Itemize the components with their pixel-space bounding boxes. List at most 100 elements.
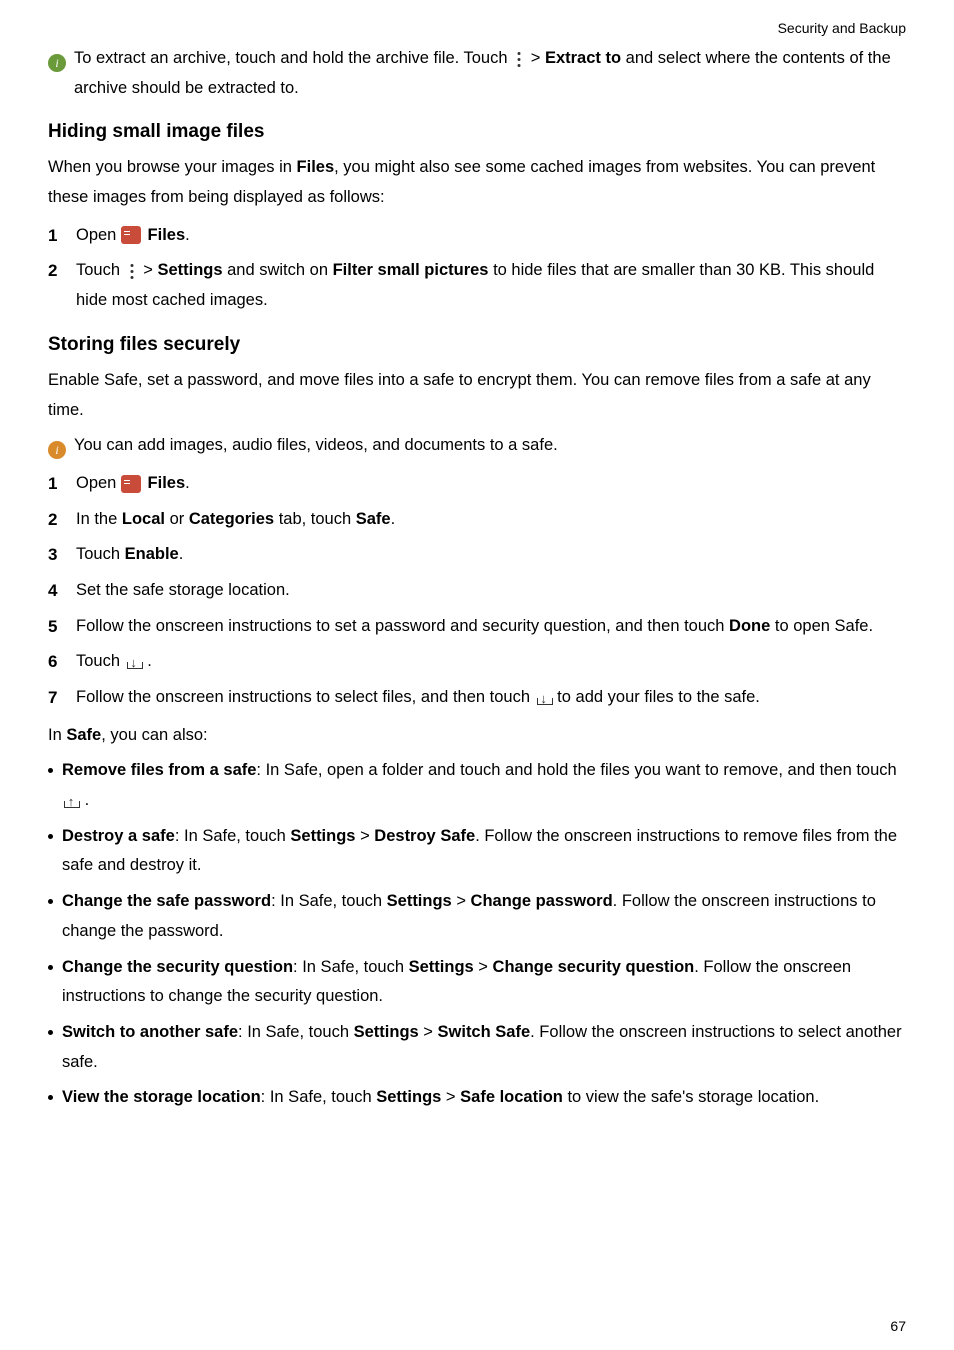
bold-text: Enable bbox=[125, 545, 179, 563]
bold-text: Settings bbox=[354, 1023, 419, 1041]
list-item: Follow the onscreen instructions to sele… bbox=[48, 683, 906, 713]
tip-extract: i To extract an archive, touch and hold … bbox=[48, 44, 906, 103]
bold-text: Remove files from a safe bbox=[62, 761, 256, 779]
bold-text: Settings bbox=[290, 827, 355, 845]
text: . bbox=[143, 652, 152, 670]
bold-text: Extract to bbox=[545, 49, 621, 67]
more-icon bbox=[512, 50, 526, 68]
bold-text: Settings bbox=[376, 1088, 441, 1106]
bold-text: Files bbox=[148, 226, 186, 244]
text: . bbox=[179, 545, 184, 563]
list-item: Touch Enable. bbox=[48, 540, 906, 570]
paragraph: In Safe, you can also: bbox=[48, 721, 906, 751]
text: Open bbox=[76, 474, 121, 492]
bold-text: Settings bbox=[157, 261, 222, 279]
bold-text: Settings bbox=[409, 958, 474, 976]
text: > bbox=[139, 261, 158, 279]
bold-text: Settings bbox=[387, 892, 452, 910]
list-item: Remove files from a safe: In Safe, open … bbox=[48, 756, 906, 815]
text: You can add images, audio files, videos,… bbox=[74, 436, 558, 454]
list-item: Open Files. bbox=[48, 221, 906, 251]
page-number: 67 bbox=[890, 1318, 906, 1334]
text: To extract an archive, touch and hold th… bbox=[74, 49, 512, 67]
bold-text: Change password bbox=[471, 892, 613, 910]
text: > bbox=[441, 1088, 460, 1106]
document-page: Security and Backup i To extract an arch… bbox=[0, 0, 954, 1350]
text: Open bbox=[76, 226, 121, 244]
text: In the bbox=[76, 510, 122, 528]
list-item: Set the safe storage location. bbox=[48, 576, 906, 606]
list-item: Touch > Settings and switch on Filter sm… bbox=[48, 256, 906, 315]
tip-safe: i You can add images, audio files, video… bbox=[48, 431, 906, 461]
text: When you browse your images in bbox=[48, 158, 297, 176]
text: Follow the onscreen instructions to sele… bbox=[76, 688, 535, 706]
text: , you can also: bbox=[101, 726, 207, 744]
heading-hiding: Hiding small image files bbox=[48, 121, 906, 143]
text: Touch bbox=[76, 652, 125, 670]
text: : In Safe, touch bbox=[238, 1023, 354, 1041]
text: . bbox=[80, 791, 89, 809]
bold-text: Files bbox=[148, 474, 186, 492]
text: Touch bbox=[76, 261, 125, 279]
text: Follow the onscreen instructions to set … bbox=[76, 617, 729, 635]
heading-storing: Storing files securely bbox=[48, 334, 906, 356]
bold-text: Safe location bbox=[460, 1088, 563, 1106]
bold-text: Destroy a safe bbox=[62, 827, 175, 845]
bold-text: Change the security question bbox=[62, 958, 293, 976]
text: to open Safe. bbox=[770, 617, 873, 635]
bold-text: Switch Safe bbox=[438, 1023, 531, 1041]
text: . bbox=[391, 510, 396, 528]
bold-text: Local bbox=[122, 510, 165, 528]
text: > bbox=[452, 892, 471, 910]
bold-text: View the storage location bbox=[62, 1088, 261, 1106]
download-icon bbox=[535, 689, 553, 707]
text: : In Safe, open a folder and touch and h… bbox=[256, 761, 896, 779]
list-item: Touch . bbox=[48, 647, 906, 677]
list-item: Destroy a safe: In Safe, touch Settings … bbox=[48, 822, 906, 881]
text: > bbox=[355, 827, 374, 845]
text: : In Safe, touch bbox=[175, 827, 291, 845]
bold-text: Switch to another safe bbox=[62, 1023, 238, 1041]
list-item: Open Files. bbox=[48, 469, 906, 499]
bold-text: Change security question bbox=[493, 958, 695, 976]
hiding-steps-list: Open Files. Touch > Settings and switch … bbox=[48, 221, 906, 316]
text: Touch bbox=[76, 545, 125, 563]
bold-text: Safe bbox=[66, 726, 101, 744]
text: and switch on bbox=[223, 261, 333, 279]
files-icon bbox=[121, 226, 141, 244]
text: to view the safe's storage location. bbox=[563, 1088, 819, 1106]
text: : In Safe, touch bbox=[271, 892, 387, 910]
bold-text: Categories bbox=[189, 510, 274, 528]
text: . bbox=[185, 474, 190, 492]
text: In bbox=[48, 726, 66, 744]
list-item: Switch to another safe: In Safe, touch S… bbox=[48, 1018, 906, 1077]
text: to add your files to the safe. bbox=[553, 688, 760, 706]
files-icon bbox=[121, 475, 141, 493]
paragraph: Enable Safe, set a password, and move fi… bbox=[48, 366, 906, 425]
list-item: Change the security question: In Safe, t… bbox=[48, 953, 906, 1012]
text: > bbox=[531, 49, 545, 67]
bold-text: Change the safe password bbox=[62, 892, 271, 910]
list-item: Change the safe password: In Safe, touch… bbox=[48, 887, 906, 946]
text: or bbox=[165, 510, 189, 528]
safe-options-list: Remove files from a safe: In Safe, open … bbox=[48, 756, 906, 1113]
text: . bbox=[185, 226, 190, 244]
more-icon bbox=[125, 262, 139, 280]
info-icon: i bbox=[48, 441, 66, 459]
text: > bbox=[474, 958, 493, 976]
download-icon bbox=[125, 653, 143, 671]
text: : In Safe, touch bbox=[261, 1088, 377, 1106]
upload-icon bbox=[62, 792, 80, 810]
list-item: View the storage location: In Safe, touc… bbox=[48, 1083, 906, 1113]
storing-steps-list: Open Files. In the Local or Categories t… bbox=[48, 469, 906, 713]
text: tab, touch bbox=[274, 510, 356, 528]
bold-text: Done bbox=[729, 617, 770, 635]
bold-text: Destroy Safe bbox=[374, 827, 475, 845]
text: : In Safe, touch bbox=[293, 958, 409, 976]
list-item: In the Local or Categories tab, touch Sa… bbox=[48, 505, 906, 535]
section-header: Security and Backup bbox=[48, 20, 906, 36]
bold-text: Safe bbox=[356, 510, 391, 528]
info-icon: i bbox=[48, 54, 66, 72]
text: > bbox=[419, 1023, 438, 1041]
bold-text: Filter small pictures bbox=[333, 261, 489, 279]
